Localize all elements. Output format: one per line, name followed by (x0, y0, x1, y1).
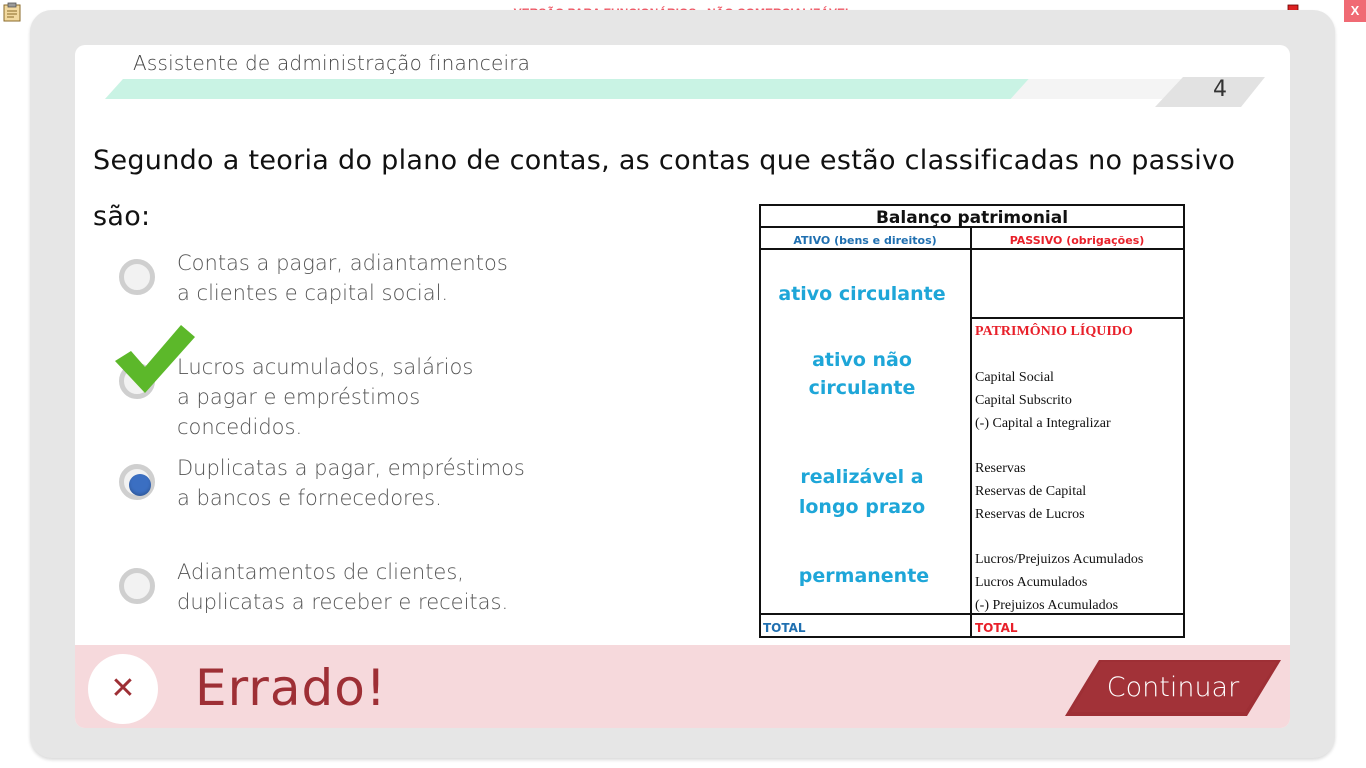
feedback-text: Errado! (195, 659, 387, 717)
total-right: TOTAL (975, 621, 1018, 635)
progress-bar (105, 79, 1255, 99)
pl-item: Reservas de Capital (975, 484, 1086, 499)
pl-item: Lucros/Prejuizos Acumulados (975, 552, 1143, 567)
wrong-answer-x-icon: ✕ (88, 654, 158, 724)
ativo-header: ATIVO (bens e direitos) (793, 234, 936, 247)
ativo-nao-circulante-label-2: circulante (809, 377, 916, 399)
answer-option-label: Adiantamentos de clientes, duplicatas a r… (177, 560, 509, 614)
answer-option-label: Contas a pagar, adiantamentos a clientes … (177, 251, 508, 305)
pl-item: Reservas (975, 461, 1026, 476)
radio-button[interactable] (119, 568, 155, 604)
radio-button[interactable] (119, 259, 155, 295)
progress-fill (105, 79, 1029, 99)
pl-item: Reservas de Lucros (975, 507, 1085, 522)
ativo-nao-circulante-label-1: ativo não (812, 349, 912, 371)
pl-item: (-) Prejuizos Acumulados (975, 598, 1118, 613)
total-left: TOTAL (763, 621, 806, 635)
continue-button-label: Continuar (1106, 672, 1240, 703)
correct-answer-check-icon (115, 325, 195, 393)
pl-item: Capital Social (975, 370, 1054, 385)
answer-option-label: Lucros acumulados, salários a pagar e emp… (177, 355, 474, 439)
pl-item: Capital Subscrito (975, 393, 1072, 408)
content-panel: Assistente de administração financeira 4… (75, 45, 1290, 728)
page-number: 4 (1213, 77, 1227, 102)
continue-button[interactable]: Continuar (1065, 660, 1281, 716)
passivo-header: PASSIVO (obrigações) (1010, 234, 1145, 247)
radio-button-selected[interactable] (119, 464, 155, 500)
ativo-circulante-label: ativo circulante (778, 283, 945, 305)
pl-item: (-) Capital a Integralizar (975, 416, 1111, 431)
balance-sheet-figure: Balanço patrimonial ATIVO (bens e direit… (759, 204, 1185, 638)
pl-item: Lucros Acumulados (975, 575, 1087, 590)
app-title: Assistente de administração financeira (133, 51, 531, 75)
realizavel-label-2: longo prazo (799, 496, 925, 518)
feedback-bar: ✕ Errado! Continuar (75, 645, 1290, 728)
realizavel-label-1: realizável a (800, 466, 923, 488)
balance-title: Balanço patrimonial (876, 208, 1068, 228)
answer-option-label: Duplicatas a pagar, empréstimos a bancos … (177, 456, 525, 510)
patrimonio-liquido-label: PATRIMÔNIO LÍQUIDO (975, 322, 1133, 339)
permanente-label: permanente (799, 565, 929, 587)
radio-dot (129, 474, 151, 496)
window-close-button[interactable]: X (1344, 0, 1366, 22)
